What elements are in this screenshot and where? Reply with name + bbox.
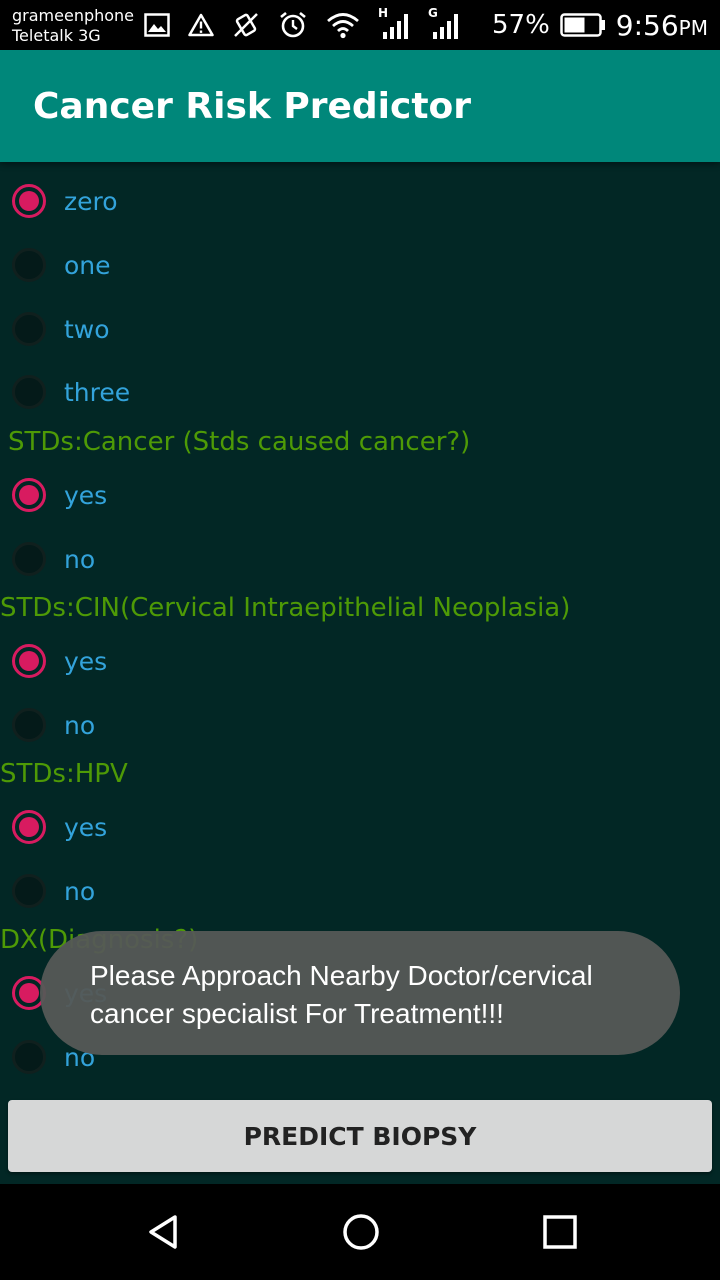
battery-icon [560,13,605,37]
radio-button[interactable] [12,375,46,409]
carrier-info: grameenphone Teletalk 3G [12,6,134,46]
radio-option-zero[interactable]: zero [12,179,118,223]
radio-option-one[interactable]: one [12,243,111,287]
question-label-stds-hpv: STDs:HPV [0,759,128,789]
navigation-bar [0,1184,720,1280]
option-label: no [64,876,96,906]
radio-button[interactable] [12,542,46,576]
radio-option-yes[interactable]: yes [12,805,107,849]
app-bar: Cancer Risk Predictor [0,50,720,162]
radio-option-yes[interactable]: yes [12,473,107,517]
option-label: one [64,250,111,280]
option-label: yes [64,480,108,510]
option-label: no [64,710,96,740]
battery-percent: 57% [491,10,550,40]
carrier-2: Teletalk 3G [12,26,101,45]
radio-option-two[interactable]: two [12,307,110,351]
option-label: two [64,314,110,344]
option-label: three [64,377,131,407]
signal-strength-icon-1: H [378,6,410,40]
radio-button[interactable] [12,708,46,742]
wifi-icon [327,13,359,39]
question-label-stds-cin: STDs:CIN(Cervical Intraepithelial Neopla… [0,593,571,623]
warning-icon [188,13,214,37]
radio-button[interactable] [12,248,46,282]
option-label: yes [64,812,108,842]
radio-option-no[interactable]: no [12,869,95,913]
app-title: Cancer Risk Predictor [33,86,472,127]
option-label: no [64,544,96,574]
alarm-icon [280,11,306,38]
option-label: yes [64,646,108,676]
predict-biopsy-button[interactable]: PREDICT BIOPSY [8,1100,712,1172]
status-bar: grameenphone Teletalk 3G H G 57% 9:56PM [0,0,720,50]
radio-option-no[interactable]: no [12,703,95,747]
radio-button[interactable] [12,874,46,908]
option-label: zero [64,186,118,216]
toast-message: Please Approach Nearby Doctor/cervical c… [40,931,680,1055]
home-icon[interactable] [341,1212,381,1252]
notification-icons: H G [144,6,460,42]
radio-button[interactable] [12,810,46,844]
radio-button[interactable] [12,312,46,346]
radio-option-yes[interactable]: yes [12,639,107,683]
question-label-stds-cancer: STDs:Cancer (Stds caused cancer?) [8,427,471,457]
carrier-1: grameenphone [12,6,135,25]
radio-option-no[interactable]: no [12,537,95,581]
image-icon [144,13,170,37]
signal-strength-icon-2: G [428,6,460,40]
status-right: 57% 9:56PM [492,8,708,42]
radio-option-three[interactable]: three [12,370,130,414]
radio-button[interactable] [12,478,46,512]
back-icon[interactable] [143,1212,183,1252]
radio-button[interactable] [12,644,46,678]
radio-button[interactable] [12,184,46,218]
recents-icon[interactable] [540,1212,580,1252]
vibrate-off-icon [234,13,258,37]
clock: 9:56PM [615,8,708,42]
radio-button[interactable] [12,1040,46,1074]
